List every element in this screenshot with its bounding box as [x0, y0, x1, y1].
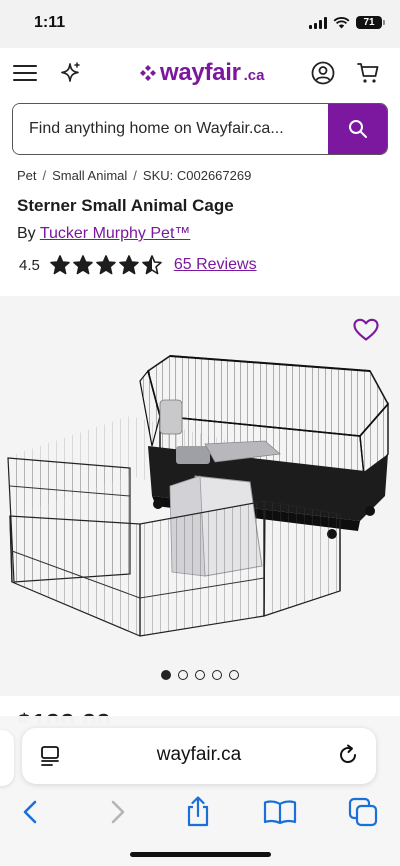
share-button[interactable]	[180, 794, 216, 830]
carousel-dot[interactable]	[195, 670, 205, 680]
battery-level: 71	[356, 16, 385, 29]
bookmarks-icon	[263, 800, 297, 825]
address-text: wayfair.ca	[156, 744, 242, 765]
rating-stars	[50, 255, 162, 275]
home-indicator	[130, 852, 271, 857]
breadcrumb-small-animal[interactable]: Small Animal	[52, 168, 127, 183]
previous-tab-peek[interactable]	[0, 730, 14, 786]
logo-text: wayfair	[160, 59, 241, 86]
breadcrumb-separator: /	[133, 168, 137, 183]
tab-overview-button[interactable]	[345, 794, 381, 830]
wayfair-logo[interactable]: wayfair .ca	[139, 59, 264, 87]
bookmarks-button[interactable]	[262, 794, 298, 830]
browser-toolbar	[0, 792, 400, 832]
back-icon	[23, 800, 37, 824]
logo-mark-icon	[140, 65, 156, 81]
status-bar: 1:11 71	[0, 0, 400, 48]
breadcrumb: Pet / Small Animal / SKU: C002667269	[17, 168, 251, 183]
search-button[interactable]	[328, 104, 387, 154]
product-image	[7, 355, 389, 637]
product-byline: By Tucker Murphy Pet™	[17, 225, 190, 243]
star-icon	[73, 255, 93, 275]
star-icon	[142, 255, 162, 275]
breadcrumb-pet[interactable]: Pet	[17, 168, 37, 183]
carousel-dot[interactable]	[178, 670, 188, 680]
search-icon	[348, 120, 367, 138]
status-icons: 71	[309, 16, 385, 29]
brand-link[interactable]: Tucker Murphy Pet™	[40, 225, 191, 242]
cart-icon[interactable]	[355, 60, 381, 86]
tab-overview-icon	[348, 797, 378, 827]
forward-button[interactable]	[99, 794, 135, 830]
carousel-dots	[0, 670, 400, 680]
cellular-signal-icon	[309, 16, 327, 29]
share-icon	[187, 796, 209, 827]
back-button[interactable]	[13, 794, 49, 830]
star-icon	[50, 255, 70, 275]
breadcrumb-sku: SKU: C002667269	[142, 168, 252, 183]
address-bar[interactable]: wayfair.ca	[22, 728, 376, 784]
product-gallery[interactable]	[0, 296, 400, 696]
carousel-dot[interactable]	[212, 670, 222, 680]
search-input[interactable]	[13, 104, 328, 154]
account-icon[interactable]	[310, 60, 336, 86]
reload-icon[interactable]	[336, 743, 360, 767]
search-bar	[12, 103, 388, 155]
rating-value: 4.5	[19, 256, 40, 274]
star-icon	[96, 255, 116, 275]
site-header: wayfair .ca	[0, 48, 400, 98]
carousel-dot[interactable]	[229, 670, 239, 680]
breadcrumb-separator: /	[42, 168, 47, 183]
sparkle-icon[interactable]	[57, 60, 83, 86]
star-icon	[119, 255, 139, 275]
reviews-link[interactable]: 65 Reviews	[174, 256, 257, 274]
status-time: 1:11	[34, 14, 66, 31]
browser-bottom-bar: wayfair.ca	[0, 716, 400, 866]
wifi-icon	[333, 16, 350, 28]
by-label: By	[17, 225, 36, 242]
rating-row: 4.5 65 Reviews	[19, 255, 257, 275]
carousel-dot[interactable]	[161, 670, 171, 680]
logo-suffix: .ca	[243, 66, 265, 84]
forward-icon	[111, 800, 125, 824]
menu-icon[interactable]	[12, 60, 38, 86]
product-title: Sterner Small Animal Cage	[17, 196, 234, 215]
